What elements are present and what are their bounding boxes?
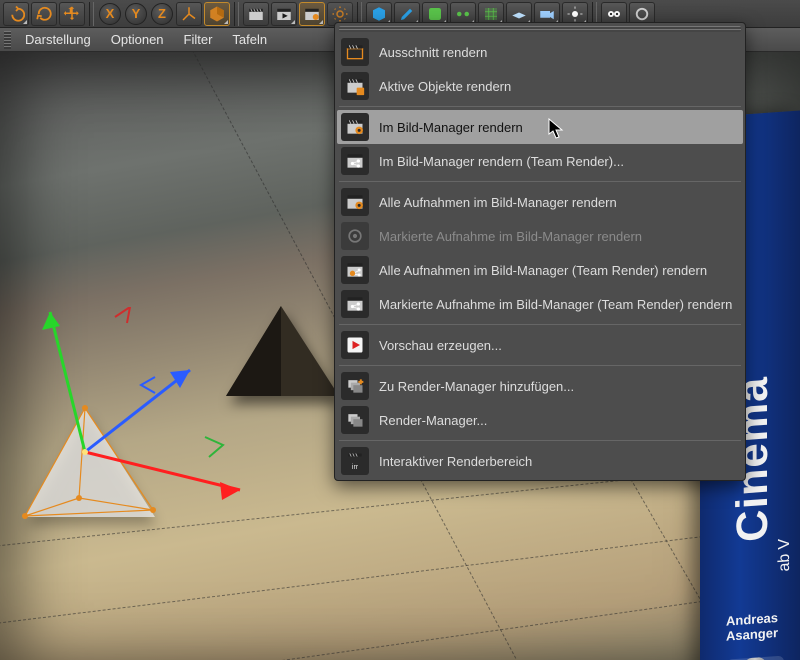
menu-label: Markierte Aufnahme im Bild-Manager (Team… (379, 297, 743, 312)
queue-icon (341, 406, 369, 434)
menu-label: Im Bild-Manager rendern (379, 120, 743, 135)
toolbar-separator (89, 2, 94, 26)
menu-render-region[interactable]: Ausschnitt rendern (337, 35, 743, 69)
menu-render-queue[interactable]: Render-Manager... (337, 403, 743, 437)
menu-label: Vorschau erzeugen... (379, 338, 743, 353)
menu-label: Alle Aufnahmen im Bild-Manager (Team Ren… (379, 263, 743, 278)
menu-interactive-render-region[interactable]: irr Interaktiver Renderbereich (337, 444, 743, 478)
gear-icon (331, 5, 349, 23)
clapper-icon (247, 5, 265, 23)
menu-separator (339, 181, 741, 182)
irr-label: irr (352, 464, 358, 471)
redo-icon (35, 5, 53, 23)
eye-icon (605, 5, 623, 23)
clapper-gear-icon (341, 188, 369, 216)
menu-render-all-takes[interactable]: Alle Aufnahmen im Bild-Manager rendern (337, 185, 743, 219)
axis-z-button[interactable]: Z (151, 3, 173, 25)
menu-tafeln[interactable]: Tafeln (222, 28, 277, 52)
menu-separator (339, 365, 741, 366)
menu-label: Render-Manager... (379, 413, 743, 428)
menu-optionen[interactable]: Optionen (101, 28, 174, 52)
clapper-active-icon (341, 72, 369, 100)
cube-tool-button[interactable] (204, 2, 230, 26)
dropdown-grip[interactable] (339, 26, 741, 32)
menu-separator (339, 106, 741, 107)
axes-icon (180, 5, 198, 23)
redo-button[interactable] (31, 2, 57, 26)
menu-make-preview[interactable]: Vorschau erzeugen... (337, 328, 743, 362)
menu-label: Zu Render-Manager hinzufügen... (379, 379, 743, 394)
toolbar-separator (234, 2, 239, 26)
menu-label: Aktive Objekte rendern (379, 79, 743, 94)
clapper-share-icon (341, 147, 369, 175)
clapper-gear-icon (341, 113, 369, 141)
dvd-badge: Inklusiv DVD (726, 656, 784, 660)
menu-separator (339, 440, 741, 441)
clapper-gear-disabled-icon (341, 222, 369, 250)
render-dropdown[interactable]: Ausschnitt rendern Aktive Objekte render… (334, 22, 746, 481)
play-icon (341, 331, 369, 359)
render-view-button[interactable] (243, 2, 269, 26)
book-author: Andreas Asanger (726, 609, 796, 644)
menu-render-active[interactable]: Aktive Objekte rendern (337, 69, 743, 103)
menu-filter[interactable]: Filter (174, 28, 223, 52)
scene-dark-pyramid (226, 306, 339, 396)
move-tool-button[interactable] (59, 2, 85, 26)
book-subtitle: ab V (776, 538, 794, 572)
ring-icon (633, 5, 651, 23)
menubar-grip[interactable] (4, 31, 11, 49)
queue-add-icon (341, 372, 369, 400)
axis-y-button[interactable]: Y (125, 3, 147, 25)
menu-render-all-takes-team[interactable]: Alle Aufnahmen im Bild-Manager (Team Ren… (337, 253, 743, 287)
menu-label: Alle Aufnahmen im Bild-Manager rendern (379, 195, 743, 210)
clapper-share-gear-icon (341, 256, 369, 284)
scene-selected-pyramid[interactable] (25, 407, 155, 517)
menu-label: Markierte Aufnahme im Bild-Manager rende… (379, 229, 743, 244)
clapper-region-icon (341, 38, 369, 66)
irr-icon: irr (341, 447, 369, 475)
menu-render-marked-take: Markierte Aufnahme im Bild-Manager rende… (337, 219, 743, 253)
render-to-pv-button[interactable] (299, 2, 325, 26)
move-icon (63, 5, 81, 23)
menu-render-picture-viewer[interactable]: Im Bild-Manager rendern (337, 110, 743, 144)
menu-darstellung[interactable]: Darstellung (15, 28, 101, 52)
undo-button[interactable] (3, 2, 29, 26)
clapper-share-icon (341, 290, 369, 318)
render-region-button[interactable] (271, 2, 297, 26)
menu-label: Im Bild-Manager rendern (Team Render)... (379, 154, 743, 169)
menu-render-marked-take-team[interactable]: Markierte Aufnahme im Bild-Manager (Team… (337, 287, 743, 321)
menu-add-to-render-queue[interactable]: Zu Render-Manager hinzufügen... (337, 369, 743, 403)
coord-system-button[interactable] (176, 2, 202, 26)
menu-separator (339, 324, 741, 325)
axis-x-button[interactable]: X (99, 3, 121, 25)
menu-label: Ausschnitt rendern (379, 45, 743, 60)
menu-render-pv-team[interactable]: Im Bild-Manager rendern (Team Render)... (337, 144, 743, 178)
menu-label: Interaktiver Renderbereich (379, 454, 743, 469)
